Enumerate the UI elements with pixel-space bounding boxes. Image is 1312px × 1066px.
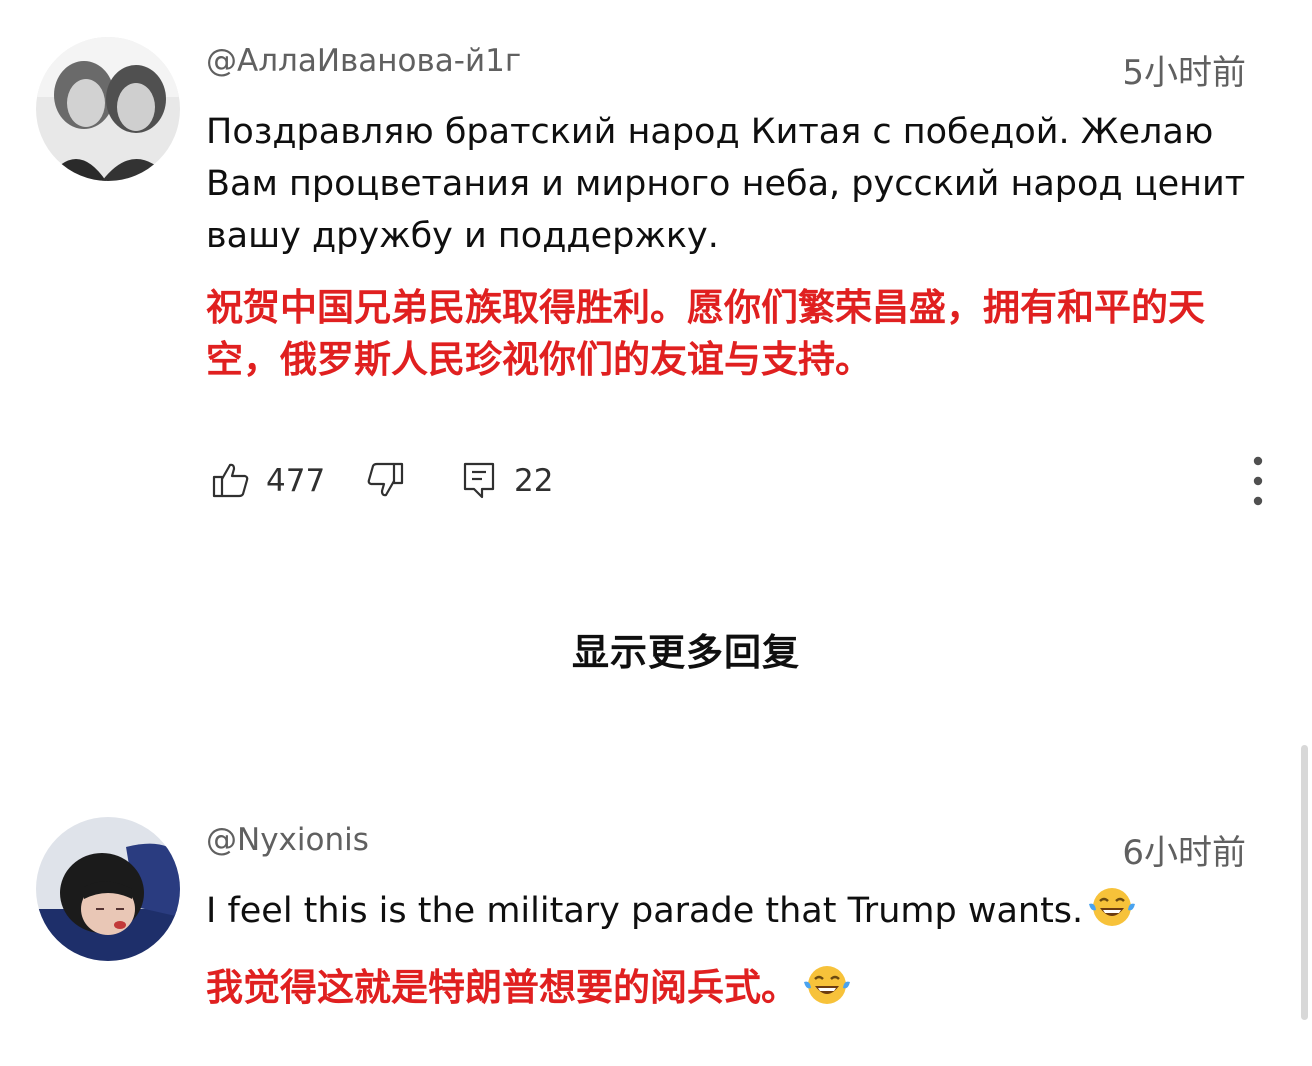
comment-author[interactable]: @Nyxionis: [206, 822, 369, 858]
comment-translation: 我觉得这就是特朗普想要的阅兵式。: [206, 962, 1266, 1020]
like-count: 477: [266, 463, 326, 499]
comment-text-content: I feel this is the military parade that …: [206, 891, 1084, 931]
comment-translation: 祝贺中国兄弟民族取得胜利。愿你们繁荣昌盛，拥有和平的天空，俄罗斯人民珍视你们的友…: [206, 286, 1205, 381]
reply-count[interactable]: 22: [514, 463, 553, 499]
reply-icon[interactable]: [462, 461, 496, 503]
scrollbar[interactable]: [1301, 745, 1308, 1020]
comment-text: I feel this is the military parade that …: [206, 885, 1266, 943]
thumb-down-icon[interactable]: [364, 461, 404, 503]
comment-time: 6小时前: [1122, 833, 1246, 873]
tears-of-joy-emoji: [802, 964, 852, 1020]
comment-text: Поздравляю братский народ Китая с победо…: [206, 112, 1246, 256]
show-more-replies-button[interactable]: 显示更多回复: [0, 622, 1312, 676]
avatar[interactable]: [36, 817, 180, 961]
comment-translation-content: 我觉得这就是特朗普想要的阅兵式。: [206, 966, 798, 1009]
avatar[interactable]: [36, 37, 180, 181]
avatar-photo: [36, 37, 180, 181]
comment-author[interactable]: @АллаИванова-й1г: [206, 43, 521, 79]
more-vert-icon[interactable]: [1250, 455, 1266, 507]
comment-time: 5小时前: [1122, 53, 1246, 93]
tears-of-joy-emoji: [1087, 886, 1137, 943]
thumb-up-icon[interactable]: [212, 461, 250, 503]
comment-actions: 477 22: [206, 455, 1266, 507]
avatar-photo: [36, 817, 180, 961]
